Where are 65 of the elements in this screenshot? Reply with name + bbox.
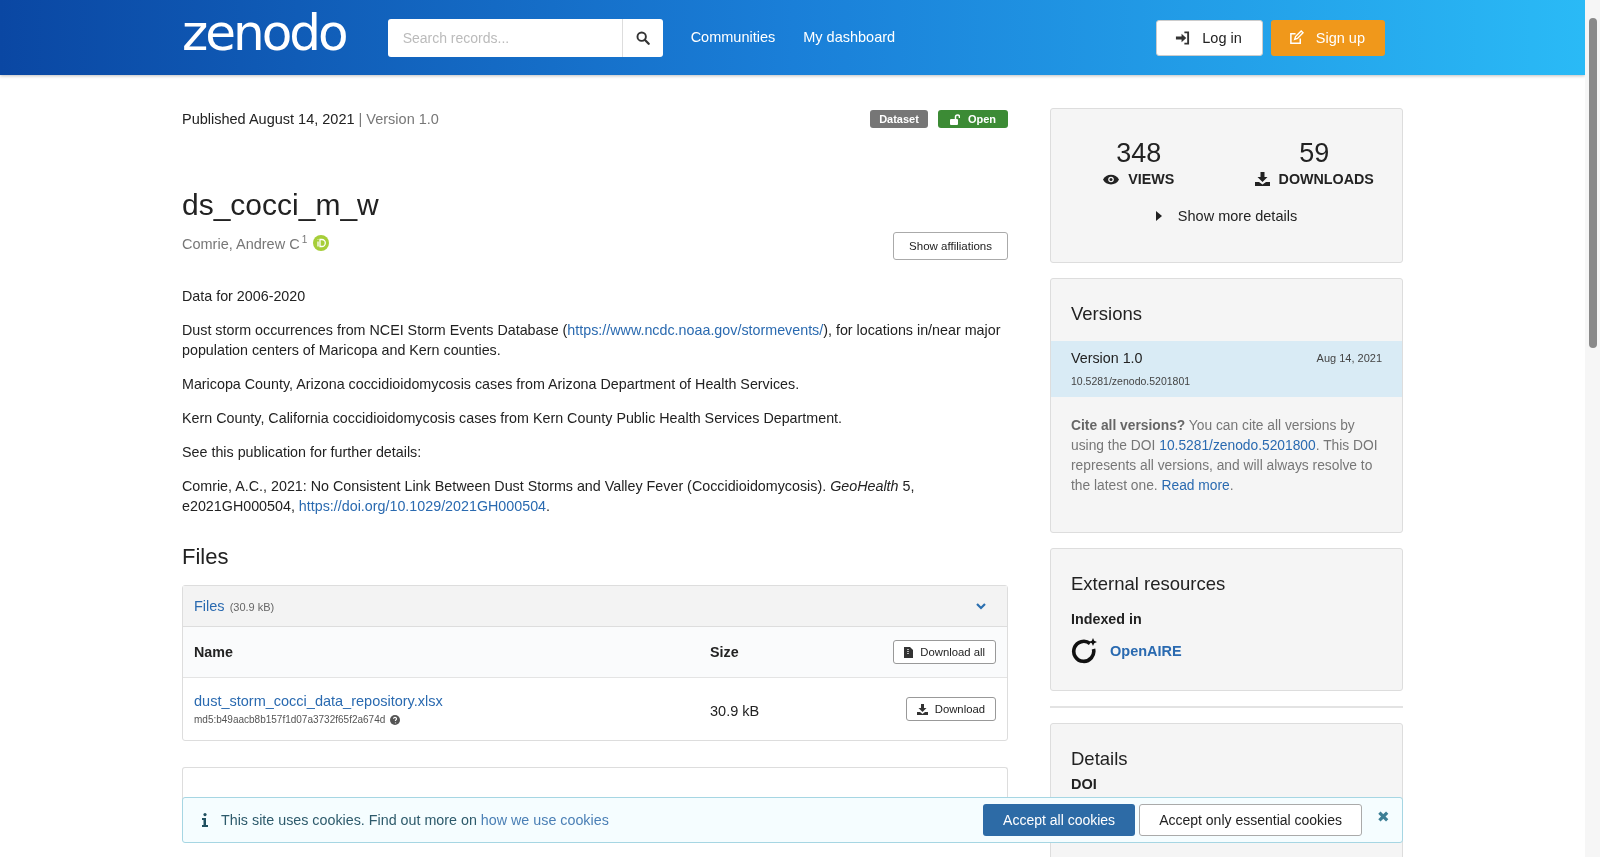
show-affiliations-button[interactable]: Show affiliations (893, 232, 1008, 260)
description-paragraph: Data for 2006-2020 (182, 287, 307, 306)
description-paragraph: Maricopa County, Arizona coccidioidomycosis cases from Arizona Department of Health Services. (182, 375, 801, 394)
accept-all-button[interactable]: Accept all cookies (983, 804, 1136, 836)
views-count: 348 (1116, 139, 1162, 167)
eye-icon (1103, 173, 1120, 185)
close-button[interactable]: ✖ (1375, 808, 1392, 826)
type-badge: Dataset (870, 110, 928, 128)
details-heading: Details (1070, 747, 1129, 771)
download-icon (916, 703, 928, 715)
version-label: | Version 1.0 (358, 111, 439, 127)
cookie-message: This site uses cookies. Find out more on how we use cookies (221, 812, 609, 828)
files-panel-title[interactable]: Files (194, 598, 225, 614)
record-title: ds_cocci_m_w (182, 188, 380, 222)
link[interactable]: https://www.ncdc.noaa.gov/stormevents/ (567, 322, 824, 338)
downloads-count: 59 (1299, 139, 1330, 167)
search-field[interactable]: Search records... (387, 18, 622, 57)
scrollbar-thumb[interactable] (1589, 18, 1597, 348)
files-size: (30.9 kB) (229, 601, 275, 613)
file-size: 30.9 kB (710, 703, 761, 719)
files-panel-header[interactable]: Files (30.9 kB) (183, 586, 1007, 627)
downloads-label: DOWNLOADS (1278, 171, 1374, 187)
cite-paragraph: Cite all versions? You can cite all versions by using the DOI 10.5281/zenodo.5201800. This DOI represents all versions, and will always resolve to the latest one. Read more. (1070, 417, 1379, 495)
link[interactable]: how we use cookies (480, 812, 609, 828)
scrollbar[interactable] (1585, 0, 1600, 857)
external-resources-heading: External resources (1070, 572, 1227, 596)
login-button[interactable]: Log in (1156, 19, 1263, 56)
column-header: Name (194, 644, 234, 660)
description-paragraph: See this publication for further details: (182, 443, 423, 462)
description-paragraph: Comrie, A.C., 2021: No Consistent Link Between Dust Storms and Valley Fever (Coccidioidomycosis). GeoHealth 5, e2021GH000504, https://doi.org/10.1029/2021GH000504. (182, 477, 916, 516)
views-label: VIEWS (1128, 171, 1175, 187)
download-icon (1254, 172, 1270, 186)
caret-icon (1155, 211, 1162, 221)
zenodo-logo[interactable]: zenodo (182, 7, 346, 58)
accept-essential-button[interactable]: Accept only essential cookies (1139, 804, 1362, 836)
files-heading: Files (182, 544, 230, 570)
search-icon (635, 30, 650, 45)
openaire-link[interactable]: OpenAIRE (1110, 642, 1182, 659)
info-icon (202, 813, 208, 827)
download-all-button[interactable]: Download all (893, 640, 996, 664)
file-icon (904, 646, 914, 658)
access-badge: Open (937, 110, 1008, 128)
published-date: Published August 14, 2021 (182, 111, 355, 127)
help-icon[interactable] (390, 714, 401, 725)
versions-heading: Versions (1070, 302, 1143, 326)
ring-logo-icon (1071, 637, 1098, 664)
login-icon (1175, 30, 1191, 45)
version-item[interactable]: Version 1.0 Aug 14, 2021 10.5281/zenodo.5201801 (1051, 341, 1402, 397)
link[interactable]: Read more (1161, 478, 1230, 493)
checksum-text: md5:b49aacb8b157f1d07a3732f65f2a674d (194, 714, 386, 725)
column-header: Size (710, 644, 740, 660)
nav-link[interactable]: Communities (690, 28, 776, 45)
indexed-in-label: Indexed in (1070, 611, 1143, 627)
file-link[interactable]: dust_storm_cocci_data_repository.xlsx (194, 693, 443, 709)
edit-icon (1288, 30, 1304, 45)
author-name[interactable]: Comrie, Andrew C$^{1}$ (182, 234, 308, 252)
link[interactable]: 10.5281/zenodo.5201800 (1159, 438, 1316, 453)
doi-label: DOI (1070, 776, 1098, 792)
description-paragraph: Dust storm occurrences from NCEI Storm Events Database (https://www.ncdc.noaa.gov/stormevents/), for locations in/near major population centers of Maricopa and Kern counties. (182, 321, 1002, 360)
description-paragraph: Kern County, California coccidioidomycosis cases from Kern County Public Health Services Department. (182, 409, 844, 428)
download-button[interactable]: Download (905, 697, 996, 721)
search-button[interactable] (621, 18, 663, 57)
nav-link[interactable]: My dashboard (803, 28, 896, 45)
chevron-icon[interactable] (975, 601, 987, 611)
show-more-details-button[interactable]: Show more details (1149, 207, 1304, 225)
